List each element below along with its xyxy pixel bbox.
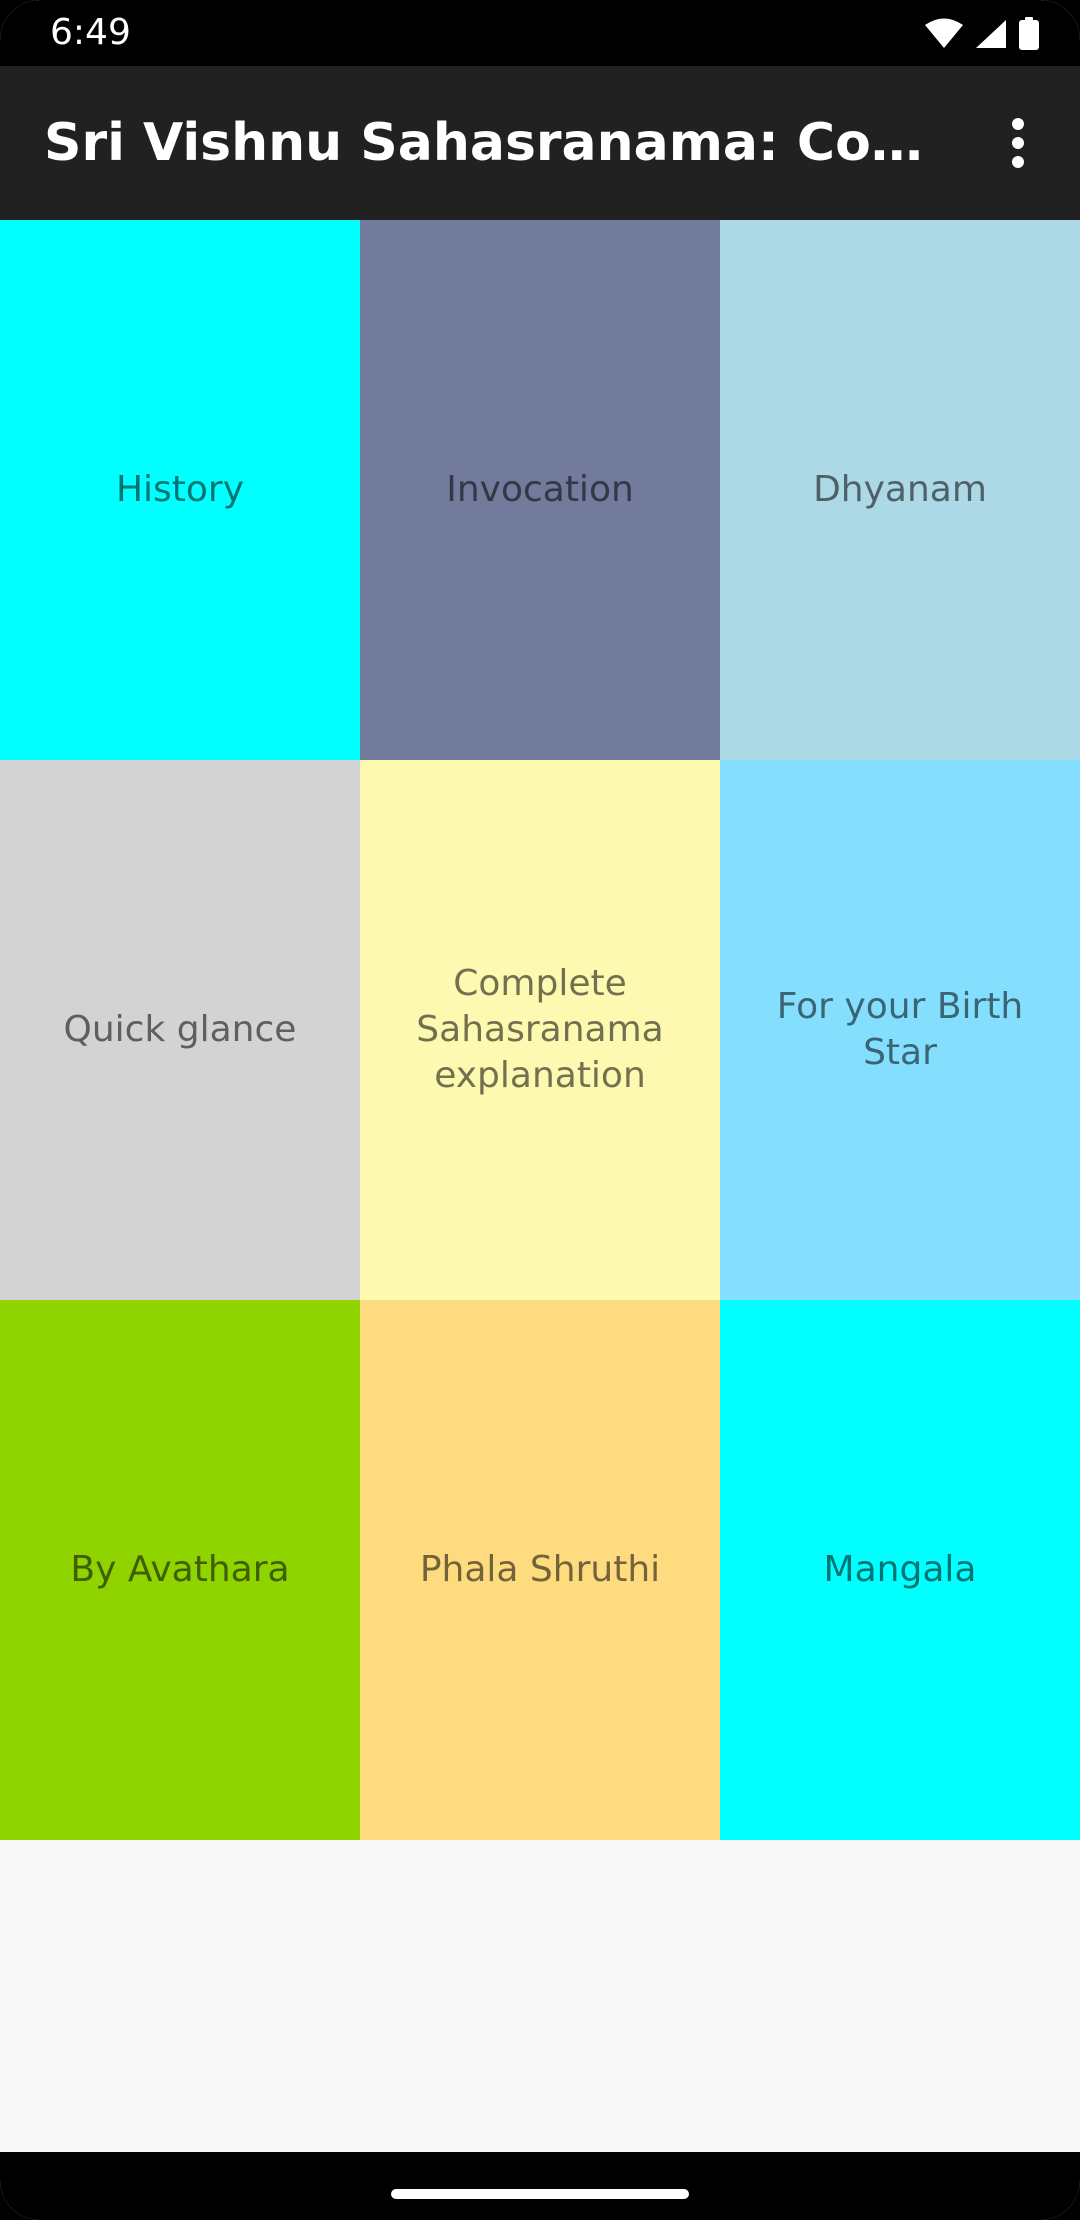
tile-label: Dhyanam <box>813 469 987 510</box>
tile-label: Quick glance <box>63 1009 297 1050</box>
app-screen: 6:49 Sri Vishnu Sahasranama: Complete S <box>0 0 1080 2220</box>
status-bar: 6:49 <box>0 0 1080 66</box>
menu-grid: History Invocation Dhyanam Quick glance … <box>0 220 1080 1840</box>
tile-mangala[interactable]: Mangala <box>720 1300 1080 1840</box>
wifi-icon <box>924 18 964 50</box>
app-title: Sri Vishnu Sahasranama: Complete Sahasra… <box>44 113 934 173</box>
status-icons <box>924 14 1040 54</box>
tile-dhyanam[interactable]: Dhyanam <box>720 220 1080 760</box>
tile-by-avathara[interactable]: By Avathara <box>0 1300 360 1840</box>
more-vert-icon[interactable] <box>974 99 1062 187</box>
navigation-bar <box>0 2152 1080 2220</box>
tile-label: Invocation <box>446 469 634 510</box>
tile-quick-glance[interactable]: Quick glance <box>0 760 360 1300</box>
tile-phala-shruthi[interactable]: Phala Shruthi <box>360 1300 720 1840</box>
tile-label: Complete Sahasranama explanation <box>416 963 664 1096</box>
tile-birth-star[interactable]: For your Birth Star <box>720 760 1080 1300</box>
home-gesture-handle[interactable] <box>391 2189 689 2199</box>
tile-label: History <box>115 469 245 510</box>
status-time: 6:49 <box>50 12 131 53</box>
tile-invocation[interactable]: Invocation <box>360 220 720 760</box>
tile-label: Mangala <box>823 1549 977 1590</box>
tile-label: By Avathara <box>70 1549 290 1590</box>
tile-label: For your Birth Star <box>776 986 1024 1073</box>
battery-icon <box>1018 17 1040 51</box>
tile-history[interactable]: History <box>0 220 360 760</box>
tile-complete-explanation[interactable]: Complete Sahasranama explanation <box>360 760 720 1300</box>
cellular-signal-icon <box>974 18 1008 50</box>
app-bar: Sri Vishnu Sahasranama: Complete Sahasra… <box>0 66 1080 220</box>
tile-label: Phala Shruthi <box>419 1549 661 1590</box>
